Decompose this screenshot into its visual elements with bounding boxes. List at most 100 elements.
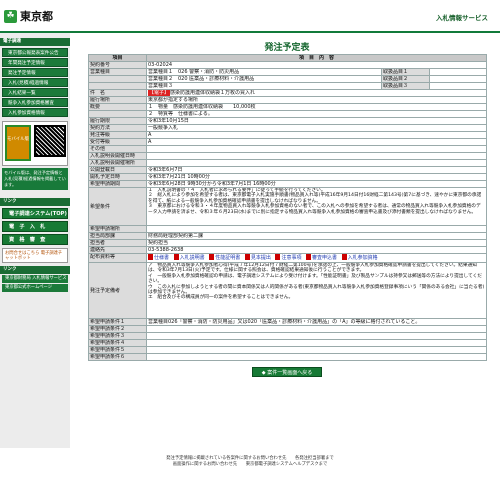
row-label: 発注予定備考 — [88, 262, 147, 319]
e-bidding-button[interactable]: 電 子 入 札 — [2, 221, 68, 232]
accept-grade: A — [146, 138, 487, 146]
subject-label: 取扱品目３ — [381, 82, 430, 90]
order-plan-table: 項目 項 目 内 容 契約番号 03-02024 営業種目 営業種目１ 026 警察… — [88, 54, 487, 361]
contract-method: 一般競争入札 — [146, 124, 487, 132]
col-item-header: 項目 — [88, 54, 147, 62]
row-label: 開札予定日時 — [88, 173, 147, 181]
delivery-deadline: 令和3年10月15日 — [146, 117, 487, 125]
row-label: 配布資料等 — [88, 253, 147, 263]
condition-3 — [146, 332, 487, 340]
subject-label: 取扱品目２ — [381, 75, 430, 83]
chatbot-banner[interactable]: お問合せはこちら 電子調達チャットボット — [2, 248, 68, 263]
row-label: 入札説明会開催場所 — [88, 159, 147, 167]
row-label: 希望申請場所 — [88, 225, 147, 233]
briefing-datetime — [146, 152, 487, 160]
row-label: 契約方法 — [88, 124, 147, 132]
file-link[interactable]: 注意事項 — [275, 254, 302, 261]
condition-1: 営業種目026「警察・消防・防災用品」又は020「医薬品・診療材料・介護用品」の… — [146, 318, 487, 326]
menu-item-bid-progress[interactable]: 入札(見積)経過情報 — [2, 78, 68, 87]
row-label: 入札説明会開催日時 — [88, 152, 147, 160]
e-procurement-top-button[interactable]: 電子調達システム(TOP) — [2, 208, 68, 219]
menu-item-order-plan[interactable]: 発注予定情報 — [2, 68, 68, 77]
file-label: 仕様書 — [154, 254, 170, 261]
menu-item-announcements[interactable]: 東京都公報発表案件公告 — [2, 48, 68, 57]
site-title: 入札情報サービス — [436, 14, 488, 22]
menu-item-qualification-info[interactable]: 入札参加資格情報 — [2, 108, 68, 117]
file-link[interactable]: 入札説明書 — [173, 254, 205, 261]
row-label: 希望申請条件２ — [88, 325, 147, 333]
subject-label: 取扱品目１ — [381, 68, 430, 76]
menu-item-bid-results[interactable]: 入札結果一覧 — [2, 88, 68, 97]
row-label: 希望申請条件１ — [88, 318, 147, 326]
side-menu: 東京都公報発表案件公告 年間発注予定情報 発注予定情報 入札(見積)経過情報 入… — [0, 48, 70, 117]
publish-date: 令和3年6月7日 — [146, 166, 487, 174]
menu-item-annual-plan[interactable]: 年間発注予定情報 — [2, 58, 68, 67]
other — [146, 145, 487, 153]
row-label: 受付等級 — [88, 138, 147, 146]
footer: 発注予定情報に掲載されている各案件に関するお問い合わせ先 各発注担当部署まで 画… — [0, 456, 500, 468]
row-label — [88, 82, 147, 90]
file-link[interactable]: 審査申込書 — [306, 254, 337, 261]
footer-line: 画面操作に関するお問い合わせ先 東京都電子調達システムヘルプデスクまで — [172, 462, 328, 467]
row-label: 履行場所 — [88, 96, 147, 104]
logo-text: 東京都 — [20, 10, 53, 23]
menu-item-qualification-review[interactable]: 競争入札参加資格審査 — [2, 98, 68, 107]
remark-line: ウ この入札に参加しようとする者の間に資本関係又は人的関係がある者(東京都物品買… — [148, 284, 485, 296]
mobile-note: モバイル版は、発注予定情報と入札(見積)経過情報を掲載しています。 — [2, 168, 68, 190]
briefing-place — [146, 159, 487, 167]
mobile-phone-icon[interactable]: モバイル版 — [5, 125, 31, 161]
contact-phone: 03-5388-2638 — [146, 246, 487, 254]
remark-line: エ 組合及びその構成員が同一の案件を希望することはできません。 — [148, 295, 294, 301]
electronic-tag: 【電子】 — [148, 90, 171, 96]
row-label: 希望申請条件４ — [88, 339, 147, 347]
application-period: 令和3年6月28日 9時30分から令和3年7月1日 16時00分 — [146, 180, 487, 188]
summary-line-2: ２ 特質等 仕様書による。 — [146, 110, 487, 118]
file-label: 入札説明書 — [179, 254, 205, 261]
pdf-icon — [148, 254, 153, 260]
pdf-icon — [275, 254, 281, 260]
bottom-links-heading: リンク — [0, 266, 70, 274]
links-heading: リンク — [0, 198, 70, 206]
row-label: 履行期限 — [88, 117, 147, 125]
tokyo-logo[interactable]: ☘ 東京都 — [4, 8, 53, 24]
condition-5 — [146, 346, 487, 354]
row-label: 希望申請条件６ — [88, 353, 147, 361]
row-label: 件 名 — [88, 89, 147, 97]
condition-4 — [146, 339, 487, 347]
row-label: 担当局部課 — [88, 232, 147, 240]
mobile-section: モバイル版 — [2, 121, 68, 166]
menu-heading: 電子調達 — [0, 38, 70, 46]
back-to-list-button[interactable]: ◆ 案件一覧画面へ戻る — [252, 367, 322, 377]
row-label: 連絡先 — [88, 246, 147, 254]
row-label: その他 — [88, 145, 147, 153]
subject-value — [429, 68, 487, 76]
file-link[interactable]: 仕様書 — [148, 254, 170, 261]
condition-2 — [146, 325, 487, 333]
file-link[interactable]: 見本提出 — [244, 254, 271, 261]
file-label: 性能証明書 — [215, 254, 241, 261]
row-label: 希望条件 — [88, 187, 147, 226]
department: 財務局経理部契約第二課 — [146, 232, 487, 240]
pdf-icon — [341, 254, 347, 260]
row-label — [88, 110, 147, 118]
file-link[interactable]: 入札参加資格 — [341, 254, 378, 261]
order-grade: A — [146, 131, 487, 139]
subject-value — [429, 82, 487, 90]
row-label: 営業種目 — [88, 68, 147, 76]
opening-datetime: 令和3年7月21日 10時00分 — [146, 173, 487, 181]
row-label: 希望申請期間 — [88, 180, 147, 188]
link-tokyo-official[interactable]: 東京都公式ホームページ — [2, 284, 68, 292]
ginkgo-icon: ☘ — [4, 9, 17, 23]
file-label: 注意事項 — [281, 254, 302, 261]
business-type-1: 営業種目１ 026 警察・消防・防災用品 — [146, 68, 382, 76]
condition-6 — [146, 353, 487, 361]
qualification-button[interactable]: 資 格 審 査 — [2, 234, 68, 245]
link-finance-bureau[interactable]: 東京都財務局 入札情報サービス — [2, 275, 68, 283]
left-sidebar-content: 電子調達 東京都公報発表案件公告 年間発注予定情報 発注予定情報 入札(見積)経… — [0, 38, 70, 293]
subject-title: 【電子】感染防護用連体収納袋１万枚の買入れ — [146, 89, 487, 97]
pdf-icon — [244, 254, 250, 260]
file-link[interactable]: 性能証明書 — [209, 254, 241, 261]
contract-number: 03-02024 — [146, 61, 487, 69]
delivery-place: 東京都が指定する場所 — [146, 96, 487, 104]
row-label: 担当者 — [88, 239, 147, 247]
